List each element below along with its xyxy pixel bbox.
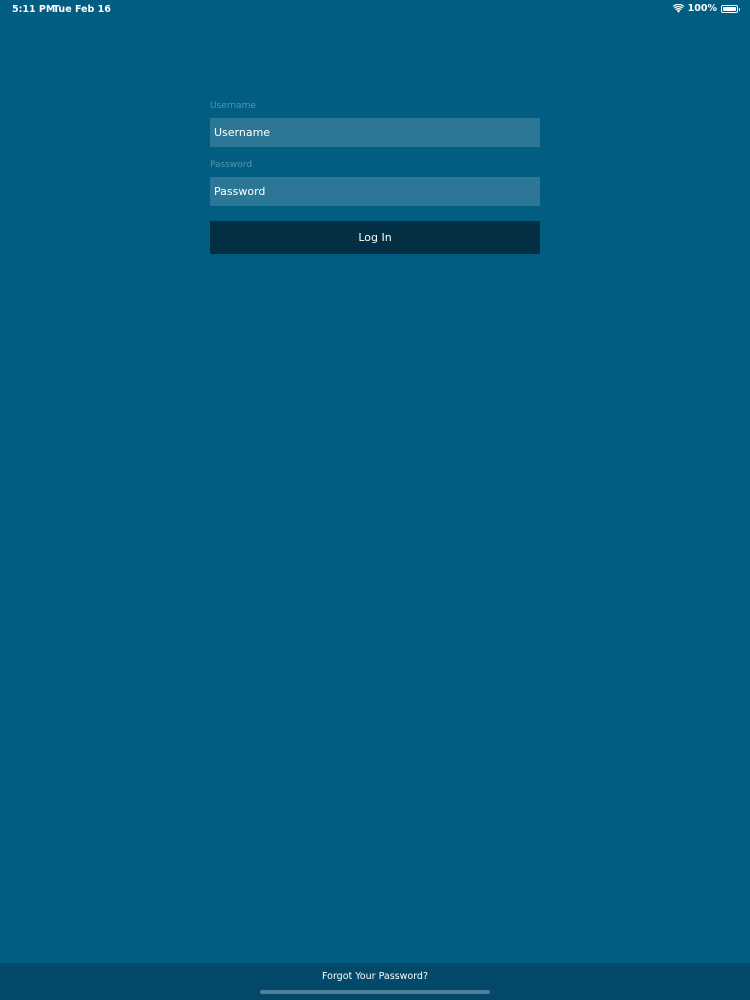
password-input[interactable] bbox=[210, 177, 540, 206]
login-screen: 5:11 PM Tue Feb 16 100% Username Passwor… bbox=[0, 0, 750, 1000]
status-bar: 5:11 PM Tue Feb 16 100% bbox=[0, 0, 750, 18]
status-date: Tue Feb 16 bbox=[53, 4, 111, 15]
battery-icon bbox=[721, 4, 740, 13]
login-form: Username Password Log In bbox=[210, 100, 540, 254]
password-label: Password bbox=[210, 160, 253, 170]
home-indicator[interactable] bbox=[260, 990, 490, 994]
wifi-icon bbox=[672, 3, 685, 13]
status-time: 5:11 PM bbox=[12, 4, 56, 15]
status-indicators: 100% bbox=[672, 3, 740, 14]
login-button[interactable]: Log In bbox=[210, 221, 540, 254]
battery-percentage: 100% bbox=[687, 3, 717, 14]
username-label: Username bbox=[210, 101, 256, 111]
username-input[interactable] bbox=[210, 118, 540, 147]
footer-bar: Forgot Your Password? bbox=[0, 963, 750, 1000]
forgot-password-link[interactable]: Forgot Your Password? bbox=[0, 971, 750, 982]
